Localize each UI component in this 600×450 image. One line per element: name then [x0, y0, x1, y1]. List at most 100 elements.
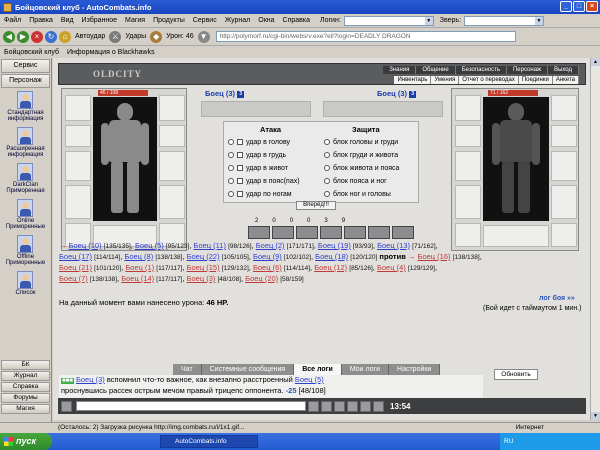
- earring-slot[interactable]: [551, 95, 577, 121]
- tab-chat[interactable]: Чат: [173, 364, 202, 375]
- shield-icon[interactable]: ◆: [150, 30, 163, 43]
- home-icon[interactable]: ⌂: [59, 30, 71, 43]
- fighter-link[interactable]: Боец (7): [59, 274, 88, 283]
- radio[interactable]: [324, 191, 330, 197]
- scroll-up-icon[interactable]: ▲: [591, 58, 600, 66]
- fighter-link[interactable]: Боец (9): [253, 252, 282, 261]
- menu-view[interactable]: Вид: [57, 17, 78, 24]
- fighter-link[interactable]: Боец (2): [256, 241, 285, 250]
- refresh-icon[interactable]: ↻: [45, 30, 57, 43]
- menu-journal[interactable]: Журнал: [221, 17, 255, 24]
- fighter-link[interactable]: Боец (16): [418, 252, 451, 261]
- ring-slot[interactable]: [159, 125, 185, 147]
- ability-icon[interactable]: [368, 226, 390, 239]
- checkbox[interactable]: [237, 139, 243, 145]
- armor-slot[interactable]: [65, 185, 91, 219]
- helmet-slot[interactable]: [455, 95, 481, 121]
- sidebar-item-standard-info[interactable]: Стандартная информация: [0, 89, 51, 125]
- tab-settings[interactable]: Настройки: [389, 364, 441, 375]
- login-combo[interactable]: ▼: [343, 15, 434, 26]
- fighter-link[interactable]: Боец (22): [187, 252, 220, 261]
- fighter-link[interactable]: Боец (18): [315, 252, 348, 261]
- sidebar-item-extended-info[interactable]: Расширенная информация: [0, 125, 51, 161]
- target-link[interactable]: Боец (5): [295, 375, 324, 384]
- fighter-link[interactable]: Боец (6): [253, 263, 282, 272]
- sidebar-bk-button[interactable]: БК: [1, 360, 50, 370]
- fighter-link[interactable]: Боец (17): [59, 252, 92, 261]
- nav-inventory[interactable]: Инвентарь: [394, 76, 432, 84]
- menu-favorites[interactable]: Избранное: [78, 17, 121, 24]
- sidebar-magic-button[interactable]: Магия: [1, 404, 50, 414]
- address-bar[interactable]: http://polymorf.ru/cgi-bin/websrv.exe?el…: [215, 31, 516, 42]
- menu-file[interactable]: Файл: [0, 17, 25, 24]
- scroll-down-icon[interactable]: ▼: [591, 412, 600, 420]
- hits-label[interactable]: Удары: [125, 33, 146, 40]
- nav-communication[interactable]: Общение: [416, 66, 456, 74]
- weapon-slot[interactable]: [455, 151, 481, 181]
- defense-option-waist-legs[interactable]: блок пояса и ног: [324, 176, 387, 186]
- nav-profile[interactable]: Анкета: [552, 76, 579, 84]
- amulet-slot[interactable]: [455, 125, 481, 147]
- maximize-button[interactable]: □: [573, 1, 585, 12]
- tab-my-logs[interactable]: Мои логи: [341, 364, 390, 375]
- forward-icon[interactable]: ▶: [17, 30, 29, 43]
- right-character-avatar[interactable]: [483, 97, 549, 221]
- refresh-button[interactable]: Обновить: [494, 369, 538, 380]
- minimize-button[interactable]: _: [560, 1, 572, 12]
- fighter-link[interactable]: Боец (3): [187, 274, 216, 283]
- filter-icon[interactable]: [334, 400, 345, 412]
- radio[interactable]: [228, 152, 234, 158]
- fighter-link[interactable]: Боец (19): [318, 241, 351, 250]
- radio[interactable]: [228, 139, 234, 145]
- vertical-scrollbar[interactable]: ▲ ▼: [590, 58, 600, 420]
- attack-option-belly[interactable]: удар в живот: [228, 163, 288, 173]
- attack-option-chest[interactable]: удар в грудь: [228, 150, 286, 160]
- menu-help[interactable]: Справка: [279, 17, 314, 24]
- checkbox[interactable]: [237, 178, 243, 184]
- tab-fight-club[interactable]: Бойцовский клуб: [0, 49, 63, 56]
- taskbar-window-button[interactable]: AutoCombats.info: [160, 435, 258, 448]
- sidebar-item-list[interactable]: Список: [0, 269, 51, 305]
- nav-character[interactable]: Персонаж: [506, 66, 549, 74]
- nav-duels[interactable]: Поединки: [518, 76, 553, 84]
- person-icon[interactable]: [347, 400, 358, 412]
- settings-icon[interactable]: [373, 400, 384, 412]
- close-button[interactable]: ×: [586, 1, 598, 12]
- map-icon[interactable]: [360, 400, 371, 412]
- fighter-link[interactable]: Боец (13): [377, 241, 410, 250]
- tab-blackhawks-info[interactable]: Информация о Blackhawks: [63, 49, 159, 56]
- actor-link[interactable]: Боец (3): [76, 375, 105, 384]
- nav-knowledge[interactable]: Знания: [383, 66, 417, 74]
- fighter-link[interactable]: Боец (21): [59, 263, 92, 272]
- fighter-link[interactable]: Боец (12): [314, 263, 347, 272]
- ability-icon[interactable]: [272, 226, 294, 239]
- pants-slot[interactable]: [551, 185, 577, 219]
- menu-service[interactable]: Сервис: [189, 17, 221, 24]
- radio[interactable]: [228, 191, 234, 197]
- radio[interactable]: [324, 139, 330, 145]
- send-icon[interactable]: [308, 400, 319, 412]
- menu-products[interactable]: Продукты: [149, 17, 189, 24]
- defense-option-belly-waist[interactable]: блок живота и пояса: [324, 163, 399, 173]
- start-button[interactable]: пуск: [0, 433, 52, 450]
- amulet-slot[interactable]: [65, 125, 91, 147]
- attack-option-head[interactable]: удар в голову: [228, 137, 290, 147]
- nav-skills[interactable]: Умения: [431, 76, 460, 84]
- beast-combo[interactable]: ▼: [464, 15, 545, 26]
- ability-icon[interactable]: [392, 226, 414, 239]
- sidebar-character-button[interactable]: Персонаж: [1, 74, 50, 88]
- sidebar-help-button[interactable]: Справка: [1, 382, 50, 392]
- left-fighter-name[interactable]: Боец (3) 3: [205, 89, 245, 98]
- smiley-icon[interactable]: [61, 400, 72, 412]
- sidebar-journal-button[interactable]: Журнал: [1, 371, 50, 381]
- nav-security[interactable]: Безопасность: [455, 66, 507, 74]
- checkbox[interactable]: [237, 165, 243, 171]
- fighter-link[interactable]: Боец (8): [124, 252, 153, 261]
- armor-slot[interactable]: [455, 185, 481, 219]
- ability-icon[interactable]: [344, 226, 366, 239]
- earring-slot[interactable]: [159, 95, 185, 121]
- helmet-slot[interactable]: [65, 95, 91, 121]
- defense-option-legs-head[interactable]: блок ног и головы: [324, 189, 391, 199]
- radio[interactable]: [228, 178, 234, 184]
- stop-icon[interactable]: ×: [31, 30, 43, 43]
